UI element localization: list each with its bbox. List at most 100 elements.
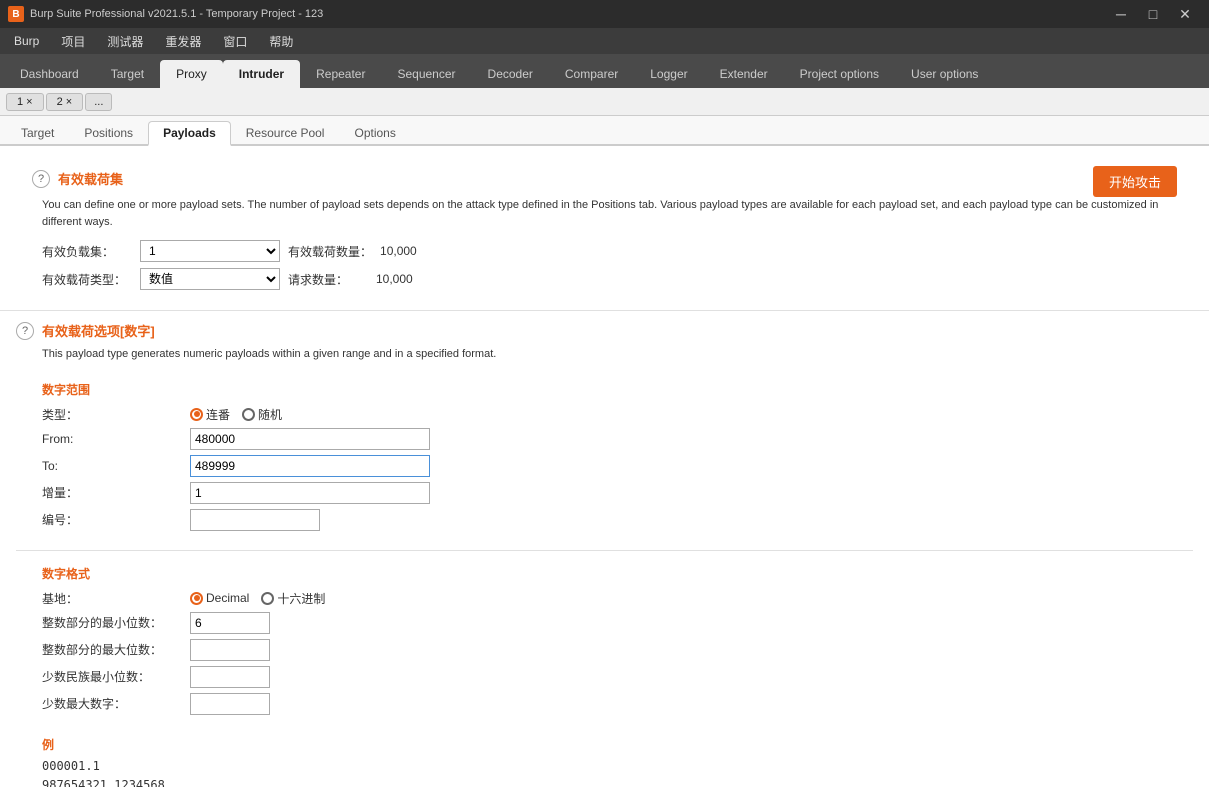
- min-int-digits-label: 整数部分的最小位数：: [42, 614, 182, 631]
- tab-dashboard[interactable]: Dashboard: [4, 60, 95, 88]
- min-int-digits-input[interactable]: [190, 612, 270, 634]
- example-section: 例 000001.1 987654321.1234568: [16, 728, 1193, 787]
- inner-tab-positions[interactable]: Positions: [69, 121, 148, 144]
- tab-comparer[interactable]: Comparer: [549, 60, 634, 88]
- max-frac-digits-input[interactable]: [190, 693, 270, 715]
- payload-sets-description: You can define one or more payload sets.…: [16, 197, 1193, 230]
- type-label: 类型：: [42, 406, 182, 423]
- type-row: 类型： 连番 随机: [42, 406, 1177, 423]
- step-row: 增量：: [42, 482, 1177, 504]
- tab-project-options[interactable]: Project options: [784, 60, 895, 88]
- to-input[interactable]: [190, 455, 430, 477]
- inner-tab-options[interactable]: Options: [339, 121, 410, 144]
- min-frac-digits-input[interactable]: [190, 666, 270, 688]
- min-frac-digits-label: 少数民族最小位数：: [42, 668, 182, 685]
- max-int-digits-row: 整数部分的最大位数：: [42, 639, 1177, 661]
- payload-options-help-icon[interactable]: ?: [16, 322, 34, 340]
- radio-hex[interactable]: 十六进制: [261, 590, 325, 607]
- subtab-2[interactable]: 2 ×: [46, 93, 84, 111]
- example-line1: 000001.1: [42, 757, 1177, 776]
- number-format-subsection: 数字格式 基地： Decimal 十六进制 整数部分的最小位数：: [16, 557, 1193, 728]
- payload-count-value: 10,000: [380, 244, 417, 258]
- radio-hex-label: 十六进制: [277, 590, 325, 607]
- menu-project[interactable]: 项目: [51, 30, 95, 53]
- radio-sequential-dot[interactable]: [190, 408, 203, 421]
- maximize-button[interactable]: □: [1137, 0, 1169, 28]
- payload-type-row: 有效载荷类型： 数值 Simple list 请求数量： 10,000: [16, 268, 1193, 290]
- menu-burp[interactable]: Burp: [4, 31, 49, 51]
- payload-sets-title: 有效载荷集: [58, 169, 123, 188]
- payload-set-label: 有效负载集：: [42, 243, 132, 260]
- base-row: 基地： Decimal 十六进制: [42, 590, 1177, 607]
- radio-random-label: 随机: [258, 406, 282, 423]
- radio-hex-dot[interactable]: [261, 592, 274, 605]
- start-attack-button[interactable]: 开始攻击: [1093, 166, 1177, 197]
- tab-logger[interactable]: Logger: [634, 60, 703, 88]
- example-line2: 987654321.1234568: [42, 776, 1177, 787]
- radio-decimal[interactable]: Decimal: [190, 591, 249, 605]
- menu-window[interactable]: 窗口: [213, 30, 257, 53]
- to-row: To:: [42, 455, 1177, 477]
- payload-options-title: 有效载荷选项[数字]: [42, 321, 155, 340]
- tab-sequencer[interactable]: Sequencer: [381, 60, 471, 88]
- main-content: ? 有效载荷集 开始攻击 You can define one or more …: [0, 146, 1209, 787]
- number-format-title: 数字格式: [42, 565, 1177, 582]
- tab-repeater[interactable]: Repeater: [300, 60, 381, 88]
- max-frac-digits-row: 少数最大数字：: [42, 693, 1177, 715]
- to-label: To:: [42, 459, 182, 473]
- radio-sequential-label: 连番: [206, 406, 230, 423]
- menu-help[interactable]: 帮助: [259, 30, 303, 53]
- nav-tabs: Dashboard Target Proxy Intruder Repeater…: [0, 54, 1209, 88]
- sub-tabs-row: 1 × 2 × ...: [0, 88, 1209, 116]
- encoding-label: 编号：: [42, 511, 182, 528]
- number-range-title: 数字范围: [42, 381, 1177, 398]
- payload-options-section: ? 有效载荷选项[数字] This payload type generates…: [0, 311, 1209, 787]
- radio-random-dot[interactable]: [242, 408, 255, 421]
- type-radio-group: 连番 随机: [190, 406, 282, 423]
- radio-decimal-label: Decimal: [206, 591, 249, 605]
- radio-sequential[interactable]: 连番: [190, 406, 230, 423]
- payload-set-select[interactable]: 1 2: [140, 240, 280, 262]
- min-frac-digits-row: 少数民族最小位数：: [42, 666, 1177, 688]
- app-icon: B: [8, 6, 24, 22]
- menu-tester[interactable]: 测试器: [97, 30, 153, 53]
- payload-type-label: 有效载荷类型：: [42, 271, 132, 288]
- base-radio-group: Decimal 十六进制: [190, 590, 325, 607]
- close-button[interactable]: ✕: [1169, 0, 1201, 28]
- tab-intruder[interactable]: Intruder: [223, 60, 300, 88]
- tab-decoder[interactable]: Decoder: [472, 60, 549, 88]
- tab-proxy[interactable]: Proxy: [160, 60, 223, 88]
- payload-type-select[interactable]: 数值 Simple list: [140, 268, 280, 290]
- encoding-row: 编号：: [42, 509, 1177, 531]
- base-label: 基地：: [42, 590, 182, 607]
- inner-tab-target[interactable]: Target: [6, 121, 69, 144]
- from-input[interactable]: [190, 428, 430, 450]
- max-int-digits-input[interactable]: [190, 639, 270, 661]
- step-input[interactable]: [190, 482, 430, 504]
- window-title: Burp Suite Professional v2021.5.1 - Temp…: [30, 8, 323, 20]
- subtab-more[interactable]: ...: [85, 93, 112, 111]
- subtab-1[interactable]: 1 ×: [6, 93, 44, 111]
- payload-set-row: 有效负载集： 1 2 有效载荷数量： 10,000: [16, 240, 1193, 262]
- tab-target[interactable]: Target: [95, 60, 160, 88]
- max-int-digits-label: 整数部分的最大位数：: [42, 641, 182, 658]
- encoding-input[interactable]: [190, 509, 320, 531]
- payload-sets-section: ? 有效载荷集 开始攻击 You can define one or more …: [0, 146, 1209, 311]
- payload-sets-help-icon[interactable]: ?: [32, 170, 50, 188]
- tab-extender[interactable]: Extender: [704, 60, 784, 88]
- tab-user-options[interactable]: User options: [895, 60, 994, 88]
- radio-decimal-dot[interactable]: [190, 592, 203, 605]
- payload-options-description: This payload type generates numeric payl…: [16, 346, 1193, 363]
- from-row: From:: [42, 428, 1177, 450]
- menu-resender[interactable]: 重发器: [155, 30, 211, 53]
- payload-options-header: ? 有效载荷选项[数字]: [16, 321, 1193, 340]
- inner-tab-resource-pool[interactable]: Resource Pool: [231, 121, 340, 144]
- radio-random[interactable]: 随机: [242, 406, 282, 423]
- minimize-button[interactable]: ─: [1105, 0, 1137, 28]
- request-count-label: 请求数量：: [288, 271, 368, 288]
- inner-tab-payloads[interactable]: Payloads: [148, 121, 231, 146]
- titlebar: B Burp Suite Professional v2021.5.1 - Te…: [0, 0, 1209, 28]
- number-range-subsection: 数字范围 类型： 连番 随机 From:: [16, 373, 1193, 544]
- min-int-digits-row: 整数部分的最小位数：: [42, 612, 1177, 634]
- inner-tabs: Target Positions Payloads Resource Pool …: [0, 116, 1209, 146]
